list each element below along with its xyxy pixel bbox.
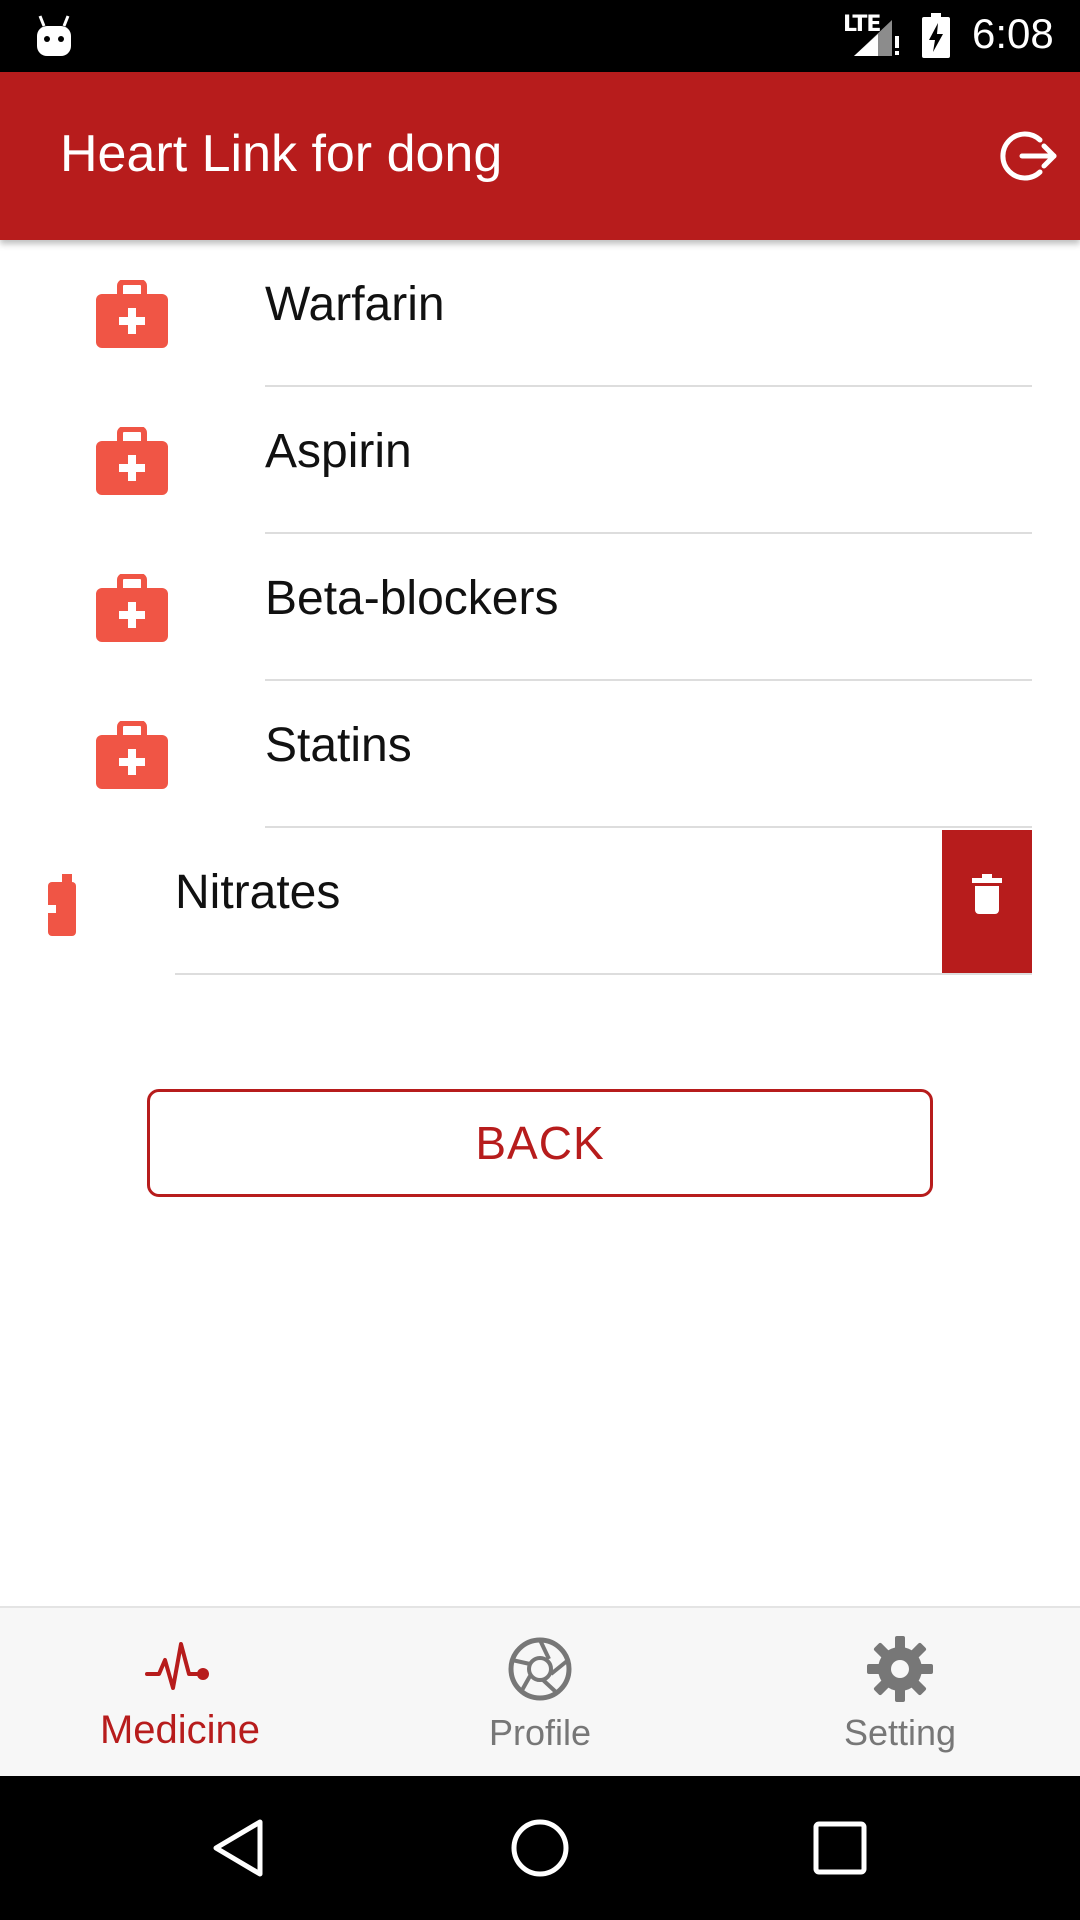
home-circle-icon[interactable] — [508, 1816, 572, 1880]
medicine-name: Aspirin — [265, 425, 412, 478]
system-nav-bar — [0, 1776, 1080, 1920]
recents-square-icon[interactable] — [808, 1816, 872, 1880]
status-bar: LTE 6:08 — [0, 0, 1080, 72]
bottom-nav: Medicine Profile Setting — [0, 1606, 1080, 1776]
medical-kit-icon — [96, 574, 168, 642]
android-icon — [37, 15, 71, 56]
nav-label: Setting — [843, 1712, 957, 1753]
logout-icon[interactable] — [996, 124, 1060, 188]
medicine-name: Statins — [265, 719, 412, 772]
medical-kit-icon — [96, 721, 168, 789]
battery-charging-icon — [922, 13, 950, 58]
medicine-name: Warfarin — [265, 278, 445, 331]
app-bar: Heart Link for dong — [0, 72, 1080, 240]
nav-tab-setting[interactable]: Setting — [720, 1608, 1080, 1776]
trash-icon — [972, 874, 1002, 914]
medicine-name: Beta-blockers — [265, 572, 559, 625]
aperture-icon — [508, 1637, 572, 1701]
list-item-swiped[interactable]: Nitrates — [0, 828, 1080, 975]
page-title: Heart Link for dong — [60, 125, 503, 183]
clock: 6:08 — [972, 10, 1054, 57]
medical-kit-icon — [96, 280, 168, 348]
list-item[interactable]: Warfarin — [0, 240, 1080, 387]
heartbeat-icon — [145, 1642, 209, 1690]
nav-tab-medicine[interactable]: Medicine — [0, 1608, 360, 1776]
signal-icon — [854, 20, 899, 56]
list-item[interactable]: Aspirin — [0, 387, 1080, 534]
back-triangle-icon[interactable] — [208, 1816, 272, 1880]
back-button[interactable]: BACK — [147, 1089, 933, 1197]
nav-tab-profile[interactable]: Profile — [360, 1608, 720, 1776]
medical-kit-icon — [96, 427, 168, 495]
gear-icon — [867, 1636, 933, 1702]
delete-button[interactable] — [942, 830, 1032, 973]
medical-kit-icon — [48, 868, 120, 936]
list-item[interactable]: Statins — [0, 681, 1080, 828]
divider — [175, 973, 1032, 975]
nav-label: Profile — [488, 1712, 592, 1753]
list-item[interactable]: Beta-blockers — [0, 534, 1080, 681]
nav-label: Medicine — [99, 1708, 261, 1752]
medicine-name: Nitrates — [175, 866, 341, 919]
